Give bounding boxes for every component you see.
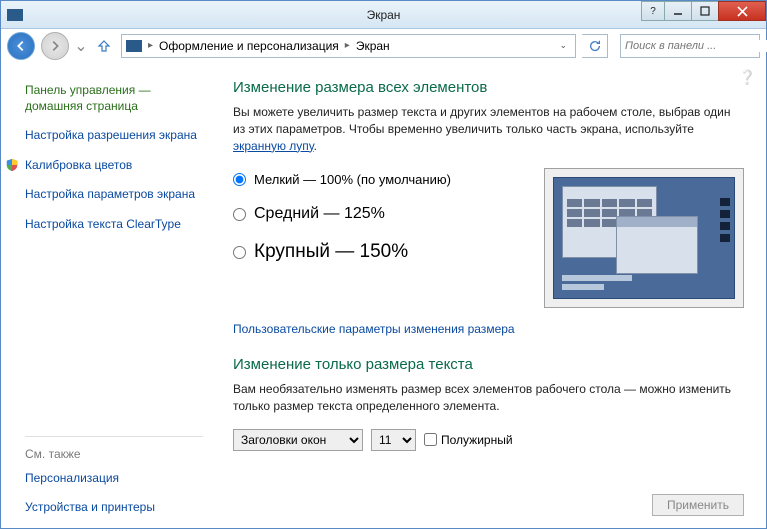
sidebar-link-params[interactable]: Настройка параметров экрана	[25, 187, 203, 203]
history-chevron-icon[interactable]: ⌄	[75, 36, 87, 56]
help-button[interactable]: ?	[641, 1, 665, 21]
navbar: ⌄ ▸ Оформление и персонализация ▸ Экран …	[1, 29, 766, 63]
magnifier-link[interactable]: экранную лупу	[233, 139, 314, 153]
size-radios: Мелкий — 100% (по умолчанию) Средний — 1…	[233, 168, 526, 308]
location-icon	[126, 40, 142, 52]
custom-size-link[interactable]: Пользовательские параметры изменения раз…	[233, 322, 515, 336]
content: Панель управления — домашняя страница На…	[1, 63, 766, 528]
apply-button[interactable]: Применить	[652, 494, 744, 516]
breadcrumb-2[interactable]: Экран	[356, 39, 390, 53]
sidebar-link-label: Устройства и принтеры	[25, 500, 155, 516]
app-icon	[7, 9, 23, 21]
radio-label: Крупный — 150%	[254, 241, 408, 263]
radio-medium[interactable]: Средний — 125%	[233, 205, 526, 223]
sidebar-link-resolution[interactable]: Настройка разрешения экрана	[25, 128, 203, 144]
radio-input[interactable]	[233, 173, 246, 186]
checkbox-text: Полужирный	[441, 433, 513, 447]
shield-icon	[5, 158, 19, 172]
size-options-row: Мелкий — 100% (по умолчанию) Средний — 1…	[233, 168, 744, 308]
sidebar-footer-devices[interactable]: Устройства и принтеры	[25, 500, 203, 516]
forward-button[interactable]	[41, 32, 69, 60]
address-dropdown-icon[interactable]: ⌄	[555, 40, 571, 51]
text-only-controls: Заголовки окон 11 Полужирный	[233, 429, 744, 451]
preview-illustration	[544, 168, 744, 308]
control-panel-home-link[interactable]: Панель управления — домашняя страница	[25, 83, 203, 114]
main-panel: ❔ Изменение размера всех элементов Вы мо…	[219, 63, 766, 528]
window-controls: ?	[642, 1, 766, 21]
up-button[interactable]	[93, 35, 115, 57]
refresh-button[interactable]	[582, 34, 608, 58]
desc-text: .	[314, 139, 317, 153]
sidebar-footer: См. также Персонализация Устройства и пр…	[25, 436, 203, 516]
description-2: Вам необязательно изменять размер всех э…	[233, 381, 744, 415]
radio-input[interactable]	[233, 208, 246, 221]
radio-large[interactable]: Крупный — 150%	[233, 241, 526, 263]
see-also-heading: См. также	[25, 447, 203, 461]
search-input[interactable]	[625, 40, 767, 52]
sidebar-link-label: Калибровка цветов	[25, 158, 132, 174]
radio-label: Мелкий — 100% (по умолчанию)	[254, 172, 451, 187]
heading-resize-all: Изменение размера всех элементов	[233, 79, 744, 96]
crumb-sep-icon: ▸	[343, 40, 352, 51]
help-icon[interactable]: ❔	[739, 69, 756, 86]
crumb-sep-icon: ▸	[146, 40, 155, 51]
radio-label: Средний — 125%	[254, 205, 385, 223]
breadcrumb-1[interactable]: Оформление и персонализация	[159, 39, 339, 53]
titlebar: Экран ?	[1, 1, 766, 29]
bold-checkbox[interactable]	[424, 433, 437, 446]
sidebar-link-label: Настройка текста ClearType	[25, 217, 181, 233]
search-box[interactable]: 🔍	[620, 34, 760, 58]
radio-small[interactable]: Мелкий — 100% (по умолчанию)	[233, 172, 526, 187]
sidebar-footer-personalization[interactable]: Персонализация	[25, 471, 203, 487]
bold-checkbox-label[interactable]: Полужирный	[424, 433, 513, 447]
sidebar-link-label: Настройка параметров экрана	[25, 187, 195, 203]
size-select[interactable]: 11	[371, 429, 416, 451]
element-select[interactable]: Заголовки окон	[233, 429, 363, 451]
back-button[interactable]	[7, 32, 35, 60]
minimize-button[interactable]	[664, 1, 692, 21]
description-1: Вы можете увеличить размер текста и друг…	[233, 104, 744, 154]
window-title: Экран	[367, 8, 401, 22]
sidebar: Панель управления — домашняя страница На…	[1, 63, 219, 528]
sidebar-link-label: Персонализация	[25, 471, 119, 487]
sidebar-link-label: Настройка разрешения экрана	[25, 128, 197, 144]
sidebar-link-cleartype[interactable]: Настройка текста ClearType	[25, 217, 203, 233]
desc-text: Вы можете увеличить размер текста и друг…	[233, 105, 731, 136]
maximize-button[interactable]	[691, 1, 719, 21]
footer-buttons: Применить	[652, 494, 744, 516]
radio-input[interactable]	[233, 246, 246, 259]
address-bar[interactable]: ▸ Оформление и персонализация ▸ Экран ⌄	[121, 34, 576, 58]
sidebar-link-calibration[interactable]: Калибровка цветов	[25, 158, 203, 174]
close-button[interactable]	[718, 1, 766, 21]
heading-text-only: Изменение только размера текста	[233, 356, 744, 373]
